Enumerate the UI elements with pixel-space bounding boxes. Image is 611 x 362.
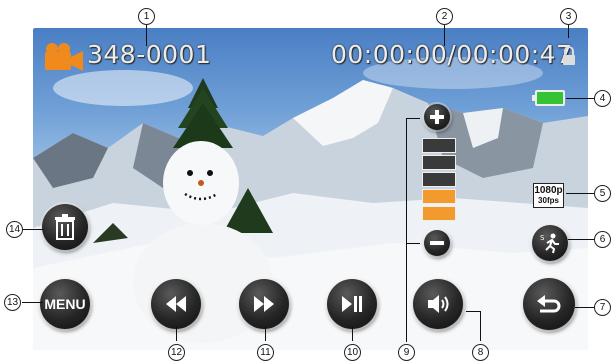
resolution-label: 1080p — [534, 185, 563, 196]
play-pause-button[interactable] — [327, 279, 377, 329]
svg-text:S: S — [540, 234, 545, 242]
callout-13: 13 — [4, 294, 21, 311]
callout-line-6 — [568, 239, 596, 240]
clip-counter: 348-0001 — [87, 40, 212, 69]
menu-button[interactable]: MENU — [40, 279, 90, 329]
callout-line-14 — [23, 229, 44, 230]
callout-line-11 — [265, 326, 266, 341]
callout-line-4 — [566, 98, 596, 99]
callout-line-8b — [466, 311, 480, 312]
callout-line-2 — [444, 24, 445, 46]
callout-8: 8 — [472, 344, 489, 361]
delete-icon — [55, 214, 75, 240]
zoom-level-3 — [422, 172, 456, 187]
zoom-level-2 — [422, 189, 456, 204]
callout-1: 1 — [138, 8, 155, 25]
playback-timecode: 00:00:00/00:00:47 — [331, 40, 573, 69]
sport-mode-button[interactable]: S — [532, 225, 568, 261]
fast-forward-icon — [254, 296, 274, 312]
zoom-out-button[interactable] — [424, 230, 450, 256]
play-pause-icon — [342, 296, 362, 312]
callout-4: 4 — [594, 90, 611, 107]
volume-button[interactable] — [413, 279, 463, 329]
menu-button-label: MENU — [44, 296, 86, 312]
callout-line-9 — [406, 118, 407, 342]
background-photo — [33, 57, 588, 350]
callout-14: 14 — [6, 221, 23, 238]
callout-line-12 — [176, 326, 177, 341]
callout-line-5 — [566, 193, 596, 194]
framerate-label: 30fps — [538, 196, 559, 205]
zoom-level-4 — [422, 155, 456, 170]
callout-line-8 — [480, 311, 481, 341]
battery-icon — [532, 90, 565, 106]
volume-icon — [428, 295, 449, 313]
callout-line-1 — [146, 24, 147, 46]
zoom-level-5 — [422, 138, 456, 153]
callout-line-13 — [22, 302, 43, 303]
callout-7: 7 — [594, 299, 611, 316]
callout-6: 6 — [594, 231, 611, 248]
fast-forward-button[interactable] — [239, 279, 289, 329]
zoom-level-1 — [422, 206, 456, 221]
back-button[interactable] — [523, 278, 575, 330]
callout-5: 5 — [594, 185, 611, 202]
rewind-button[interactable] — [151, 279, 201, 329]
video-playback-screen: 348-0001 00:00:00/00:00:47 1080p 30fps S — [33, 28, 588, 350]
callout-line-9a — [406, 118, 420, 119]
callout-line-7 — [575, 307, 596, 308]
callout-2: 2 — [436, 8, 453, 25]
delete-button[interactable] — [42, 204, 88, 250]
callout-9: 9 — [398, 344, 415, 361]
callout-12: 12 — [168, 344, 185, 361]
callout-line-9b — [406, 243, 420, 244]
resolution-badge: 1080p 30fps — [533, 183, 564, 208]
video-camera-icon — [45, 43, 83, 71]
back-icon — [537, 295, 561, 313]
callout-10: 10 — [344, 344, 361, 361]
zoom-in-icon — [430, 110, 444, 124]
callout-11: 11 — [257, 344, 274, 361]
zoom-out-icon — [430, 241, 444, 245]
rewind-icon — [166, 296, 186, 312]
callout-3: 3 — [560, 8, 577, 25]
zoom-in-button[interactable] — [424, 104, 450, 130]
sport-mode-icon: S — [540, 233, 559, 254]
callout-line-3 — [568, 24, 569, 38]
callout-line-10 — [352, 326, 353, 341]
lock-icon — [563, 46, 575, 65]
